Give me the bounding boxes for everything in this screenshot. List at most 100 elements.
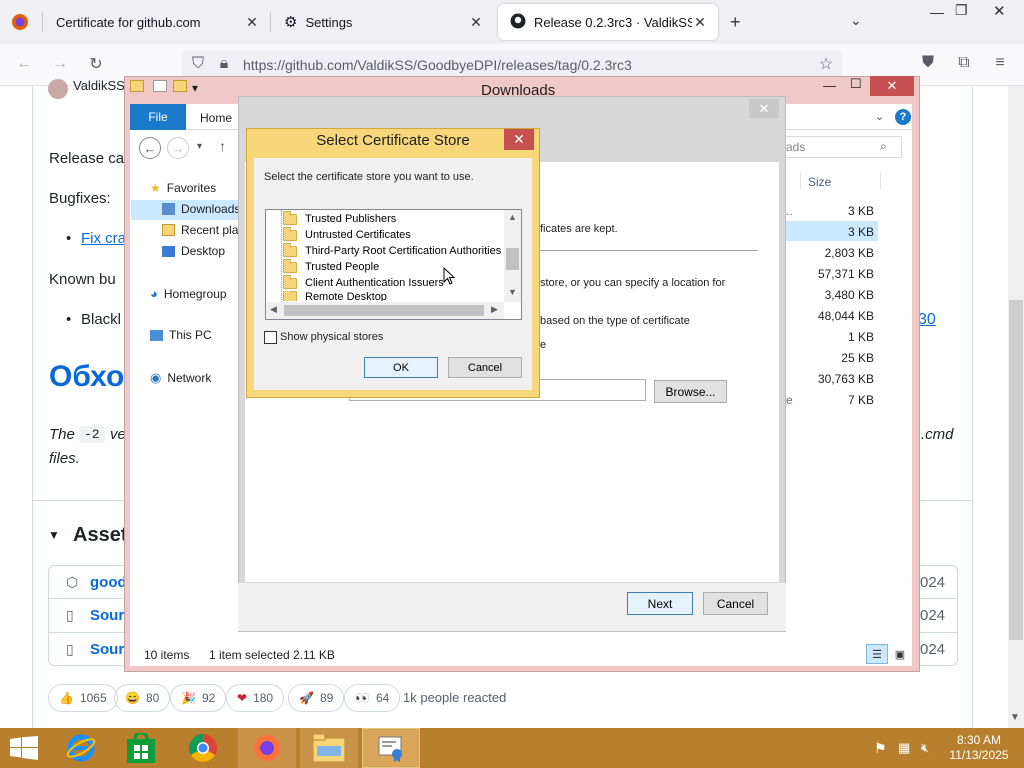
firefox-menu-icon[interactable] [8,13,32,36]
large-icons-view-icon[interactable]: ▣ [890,644,910,664]
ok-button[interactable]: OK [364,357,438,378]
file-size[interactable]: 2,803 KB [806,246,874,260]
tree-item[interactable]: Untrusted Certificates [275,226,411,243]
tab-settings[interactable]: ⚙ Settings ✕ [272,0,494,44]
scroll-up-arrow-icon[interactable]: ▲ [508,212,517,222]
file-size[interactable]: 1 KB [806,330,874,344]
nav-recent[interactable]: Recent plac [162,223,244,237]
dialog-cancel-button[interactable]: Cancel [448,357,522,378]
reaction-eyes[interactable]: 👀 64 [344,684,401,712]
file-size[interactable]: 57,371 KB [806,267,874,281]
nav-favorites[interactable]: ★ Favorites [150,181,216,195]
asset-link[interactable]: Sour [90,607,124,624]
volume-muted-icon[interactable]: 🔇︎ [921,740,929,756]
close-icon[interactable]: ✕ [692,14,708,31]
file-size[interactable]: 3 KB [806,225,874,239]
file-size[interactable]: 48,044 KB [806,309,874,323]
lock-icon[interactable]: 🔒︎ [212,55,236,73]
scroll-down-arrow-icon[interactable]: ▼ [1010,712,1020,723]
search-icon[interactable]: ⌕ [880,139,887,154]
reaction-hooray[interactable]: 🎉 92 [170,684,227,712]
triangle-down-icon[interactable]: ▼ [48,528,60,542]
explorer-close-button[interactable]: ✕ [870,76,914,96]
network-tray-icon[interactable]: ▦ [898,740,910,756]
new-tab-button[interactable]: + [730,12,741,33]
show-physical-label[interactable]: Show physical stores [280,331,383,343]
scrollbar-thumb[interactable] [284,305,484,316]
reload-icon[interactable]: ↻ [84,54,108,74]
ribbon-home-tab[interactable]: Home [200,111,232,125]
file-size[interactable]: 30,763 KB [806,372,874,386]
scrollbar-thumb[interactable] [1009,300,1023,640]
close-window-button[interactable]: ✕ [993,2,1006,20]
forward-arrow-icon[interactable]: → [48,55,72,73]
nav-thispc[interactable]: This PC [150,328,212,342]
reaction-thumbsup[interactable]: 👍 1065 [48,684,118,712]
shield-icon[interactable]: ⛉ [186,55,210,73]
reaction-laugh[interactable]: 😄 80 [114,684,171,712]
wizard-cancel-button[interactable]: Cancel [703,592,768,615]
author-name[interactable]: ValdikSS [73,78,125,93]
issue-link[interactable]: 30 [918,311,936,329]
next-button[interactable]: Next [627,592,693,615]
file-size[interactable]: 7 KB [806,393,874,407]
help-icon[interactable]: ? [895,109,911,125]
store-icon[interactable] [112,728,170,768]
asset-link[interactable]: Sour [90,641,124,658]
scrollbar-thumb[interactable] [506,248,519,270]
recent-locations-chevron-icon[interactable]: ▾ [197,141,202,152]
extensions-icon[interactable]: ⧉ [952,54,976,72]
reaction-rocket[interactable]: 🚀 89 [288,684,345,712]
expand-ribbon-chevron-icon[interactable]: ⌄ [875,110,884,123]
bookmark-star-icon[interactable]: ☆ [814,54,838,74]
explorer-minimize-button[interactable]: — [823,78,836,93]
file-size[interactable]: 25 KB [806,351,874,365]
tray-clock[interactable]: 8:30 AM 11/13/2025 [946,733,1012,763]
nav-homegroup[interactable]: ◕ Homegroup [150,286,227,301]
close-icon[interactable]: ✕ [244,14,260,31]
size-column-header[interactable]: Size [808,175,831,189]
tree-item[interactable]: Client Authentication Issuers [275,274,444,291]
close-icon[interactable]: ✕ [468,14,484,31]
nav-network[interactable]: ◉ Network [150,370,211,386]
tab-certificate[interactable]: Certificate for github.com ✕ [44,0,270,44]
nav-desktop[interactable]: Desktop [162,244,225,258]
file-size[interactable]: 3,480 KB [806,288,874,302]
asset-link[interactable]: good [90,574,127,591]
hamburger-menu-icon[interactable]: ≡ [988,54,1012,72]
show-physical-checkbox[interactable] [264,331,277,344]
scroll-left-arrow-icon[interactable]: ◀ [270,304,277,315]
nav-downloads[interactable]: Downloads [162,202,240,216]
heading-ru[interactable]: Обхо [49,360,124,394]
reaction-heart[interactable]: ❤ 180 [226,684,285,712]
internet-explorer-icon[interactable] [52,728,110,768]
url-text[interactable]: https://github.com/ValdikSS/GoodbyeDPI/r… [243,57,632,73]
back-arrow-icon[interactable]: ← [139,137,161,159]
chrome-icon[interactable] [174,728,232,768]
minimize-button[interactable]: — [930,4,944,20]
forward-arrow-icon[interactable]: → [167,137,189,159]
certificate-manager-icon[interactable] [362,728,420,768]
tree-item[interactable]: Trusted People [275,258,379,275]
details-view-icon[interactable]: ☰ [866,644,888,664]
wizard-close-button[interactable]: ✕ [749,99,779,118]
start-windows-icon[interactable] [10,736,38,763]
back-arrow-icon[interactable]: ← [12,55,36,73]
file-size[interactable]: 3 KB [806,204,874,218]
browse-button[interactable]: Browse... [654,380,727,403]
scroll-down-arrow-icon[interactable]: ▼ [508,287,517,297]
avatar[interactable] [48,79,68,99]
explorer-maximize-button[interactable]: ☐ [850,76,862,92]
tree-item[interactable]: Trusted Publishers [275,210,396,227]
dialog-close-button[interactable]: ✕ [504,129,534,150]
bugfix-link[interactable]: Fix cra [81,230,126,247]
file-explorer-icon[interactable] [300,728,358,768]
tab-release[interactable]: Release 0.2.3rc3 · ValdikSS/Goo ✕ [498,4,718,40]
assets-heading[interactable]: Asset [73,524,127,547]
up-arrow-icon[interactable]: ↑ [219,138,226,154]
list-tabs-chevron-icon[interactable]: ⌄ [850,12,862,29]
quick-access-toolbar[interactable]: ▾ [130,80,198,95]
scroll-right-arrow-icon[interactable]: ▶ [491,304,498,315]
restore-button[interactable]: ❐ [955,2,968,19]
tree-item[interactable]: Remote Desktop [275,291,387,301]
